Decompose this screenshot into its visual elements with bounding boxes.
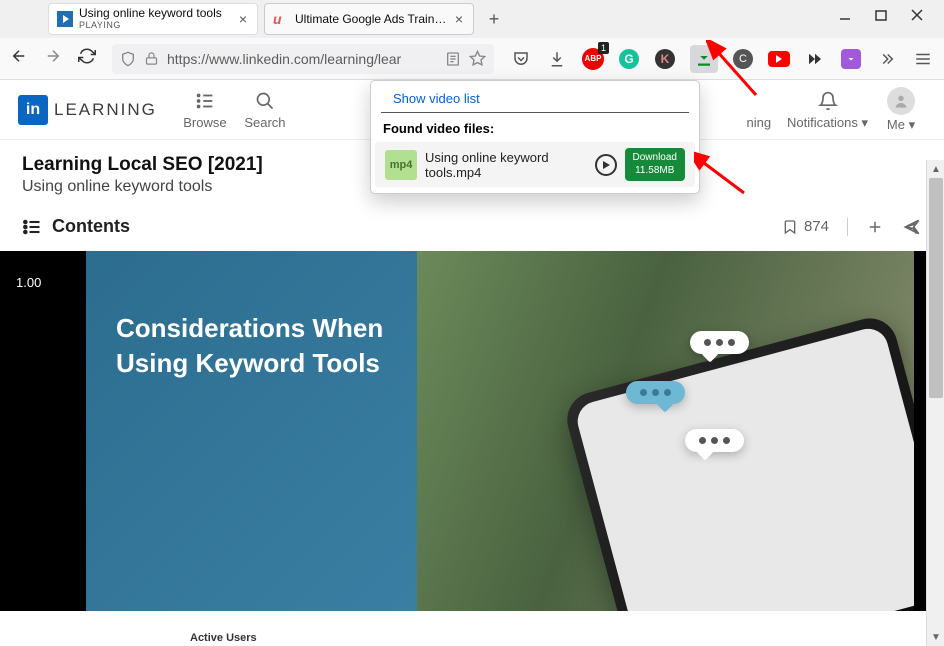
scroll-down-button[interactable]: ▼ — [927, 628, 944, 646]
grammarly-icon[interactable]: G — [618, 48, 640, 70]
search-icon — [255, 89, 275, 113]
avatar-icon — [887, 87, 915, 115]
divider — [847, 218, 848, 236]
play-favicon-icon — [57, 11, 73, 27]
slide-heading: Considerations When Using Keyword Tools — [116, 311, 387, 381]
pocket-icon[interactable] — [510, 48, 532, 70]
shield-icon — [120, 51, 136, 67]
chat-bubble-icon — [690, 331, 749, 354]
url-bar[interactable]: https://www.linkedin.com/learning/lear — [112, 44, 494, 74]
nav-label: Browse — [183, 115, 226, 130]
video-downloader-icon[interactable] — [690, 45, 718, 73]
back-button[interactable] — [10, 47, 28, 70]
nav-label: Notifications ▾ — [787, 115, 868, 131]
tab-playing-indicator: PLAYING — [79, 21, 222, 31]
hamburger-menu-icon[interactable] — [912, 48, 934, 70]
new-tab-button[interactable]: + — [480, 5, 508, 33]
close-tab-icon[interactable]: × — [453, 11, 465, 27]
forward-button[interactable] — [44, 47, 62, 70]
purple-download-icon[interactable] — [840, 48, 862, 70]
list-icon — [22, 217, 42, 237]
nav-label: Me ▾ — [887, 117, 915, 133]
scroll-thumb[interactable] — [929, 178, 943, 398]
linkedin-logo-icon: in — [18, 95, 48, 125]
tab-title: Using online keyword tools — [79, 7, 222, 20]
show-video-list-link[interactable]: Show video list — [381, 87, 689, 113]
bookmark-icon — [782, 219, 798, 235]
contents-button[interactable]: Contents — [22, 216, 130, 237]
nav-notifications[interactable]: Notifications ▾ — [779, 89, 876, 131]
slide-text-panel: Considerations When Using Keyword Tools — [86, 251, 417, 611]
overflow-extensions-icon[interactable] — [876, 48, 898, 70]
found-files-label: Found video files: — [371, 119, 699, 142]
nav-search[interactable]: Search — [235, 89, 295, 130]
tab-udemy[interactable]: u Ultimate Google Ads Training 20 × — [264, 3, 474, 35]
video-downloader-popup: Show video list Found video files: mp4 U… — [370, 80, 700, 194]
preview-play-button[interactable] — [595, 154, 617, 176]
fast-forward-icon[interactable] — [804, 48, 826, 70]
video-file-item: mp4 Using online keyword tools.mp4 Downl… — [375, 142, 695, 187]
adblock-badge: 1 — [598, 42, 609, 54]
k-extension-icon[interactable]: K — [654, 48, 676, 70]
adblock-icon[interactable]: ABP 1 — [582, 48, 604, 70]
lock-icon — [144, 51, 159, 66]
browser-toolbar: https://www.linkedin.com/learning/lear A… — [0, 38, 944, 80]
window-controls — [838, 0, 944, 27]
contents-label: Contents — [52, 216, 130, 237]
chat-bubble-icon — [685, 429, 744, 452]
c-extension-icon[interactable]: C — [732, 48, 754, 70]
download-button[interactable]: Download 11.58MB — [625, 148, 685, 181]
udemy-favicon-icon: u — [273, 11, 289, 27]
url-text: https://www.linkedin.com/learning/lear — [167, 51, 437, 67]
page-scrollbar[interactable]: ▲ ▼ — [926, 160, 944, 646]
video-slide: Considerations When Using Keyword Tools — [86, 251, 914, 611]
video-filename: Using online keyword tools.mp4 — [425, 150, 587, 180]
nav-arrows — [10, 47, 96, 70]
browser-tabs: Using online keyword tools PLAYING × u U… — [0, 0, 508, 38]
close-tab-icon[interactable]: × — [237, 11, 249, 27]
save-button[interactable]: 874 — [782, 218, 829, 235]
maximize-button[interactable] — [874, 8, 888, 27]
video-player[interactable]: 1.00 Considerations When Using Keyword T… — [0, 251, 944, 611]
youtube-icon[interactable] — [768, 48, 790, 70]
phone-graphic — [561, 312, 914, 611]
extension-icons: ABP 1 G K C — [510, 45, 934, 73]
add-button[interactable] — [866, 218, 884, 236]
chat-bubble-icon — [626, 381, 685, 404]
minimize-button[interactable] — [838, 8, 852, 27]
tab-title: Ultimate Google Ads Training 20 — [295, 12, 447, 26]
download-label: Download — [633, 152, 677, 165]
video-timestamp: 1.00 — [16, 275, 41, 290]
reload-button[interactable] — [78, 47, 96, 70]
bell-icon — [818, 89, 838, 113]
nav-label: Search — [244, 115, 285, 130]
titlebar: Using online keyword tools PLAYING × u U… — [0, 0, 944, 38]
linkedin-logo-text: LEARNING — [54, 100, 157, 120]
list-icon — [194, 89, 216, 113]
content-actions: 874 — [782, 217, 922, 237]
linkedin-logo[interactable]: in LEARNING — [18, 95, 157, 125]
bottom-cut-text: Active Users — [190, 630, 257, 646]
tab-linkedin-learning[interactable]: Using online keyword tools PLAYING × — [48, 3, 258, 35]
close-window-button[interactable] — [910, 8, 924, 27]
nav-me[interactable]: Me ▾ — [876, 87, 926, 133]
download-size: 11.58MB — [633, 165, 677, 178]
nav-learning-partial[interactable]: ning — [738, 89, 779, 130]
nav-browse[interactable]: Browse — [175, 89, 235, 130]
nav-label: ning — [746, 115, 771, 130]
bookmark-star-icon[interactable] — [469, 50, 486, 67]
content-bar: Contents 874 — [0, 206, 944, 251]
slide-image-panel — [417, 251, 914, 611]
active-users-label: Active Users — [190, 632, 257, 644]
share-button[interactable] — [902, 217, 922, 237]
mp4-badge: mp4 — [385, 150, 417, 180]
download-icon[interactable] — [546, 48, 568, 70]
save-count: 874 — [804, 218, 829, 235]
reader-icon[interactable] — [445, 51, 461, 67]
scroll-up-button[interactable]: ▲ — [927, 160, 944, 178]
video-letterbox-left: 1.00 — [0, 251, 86, 611]
